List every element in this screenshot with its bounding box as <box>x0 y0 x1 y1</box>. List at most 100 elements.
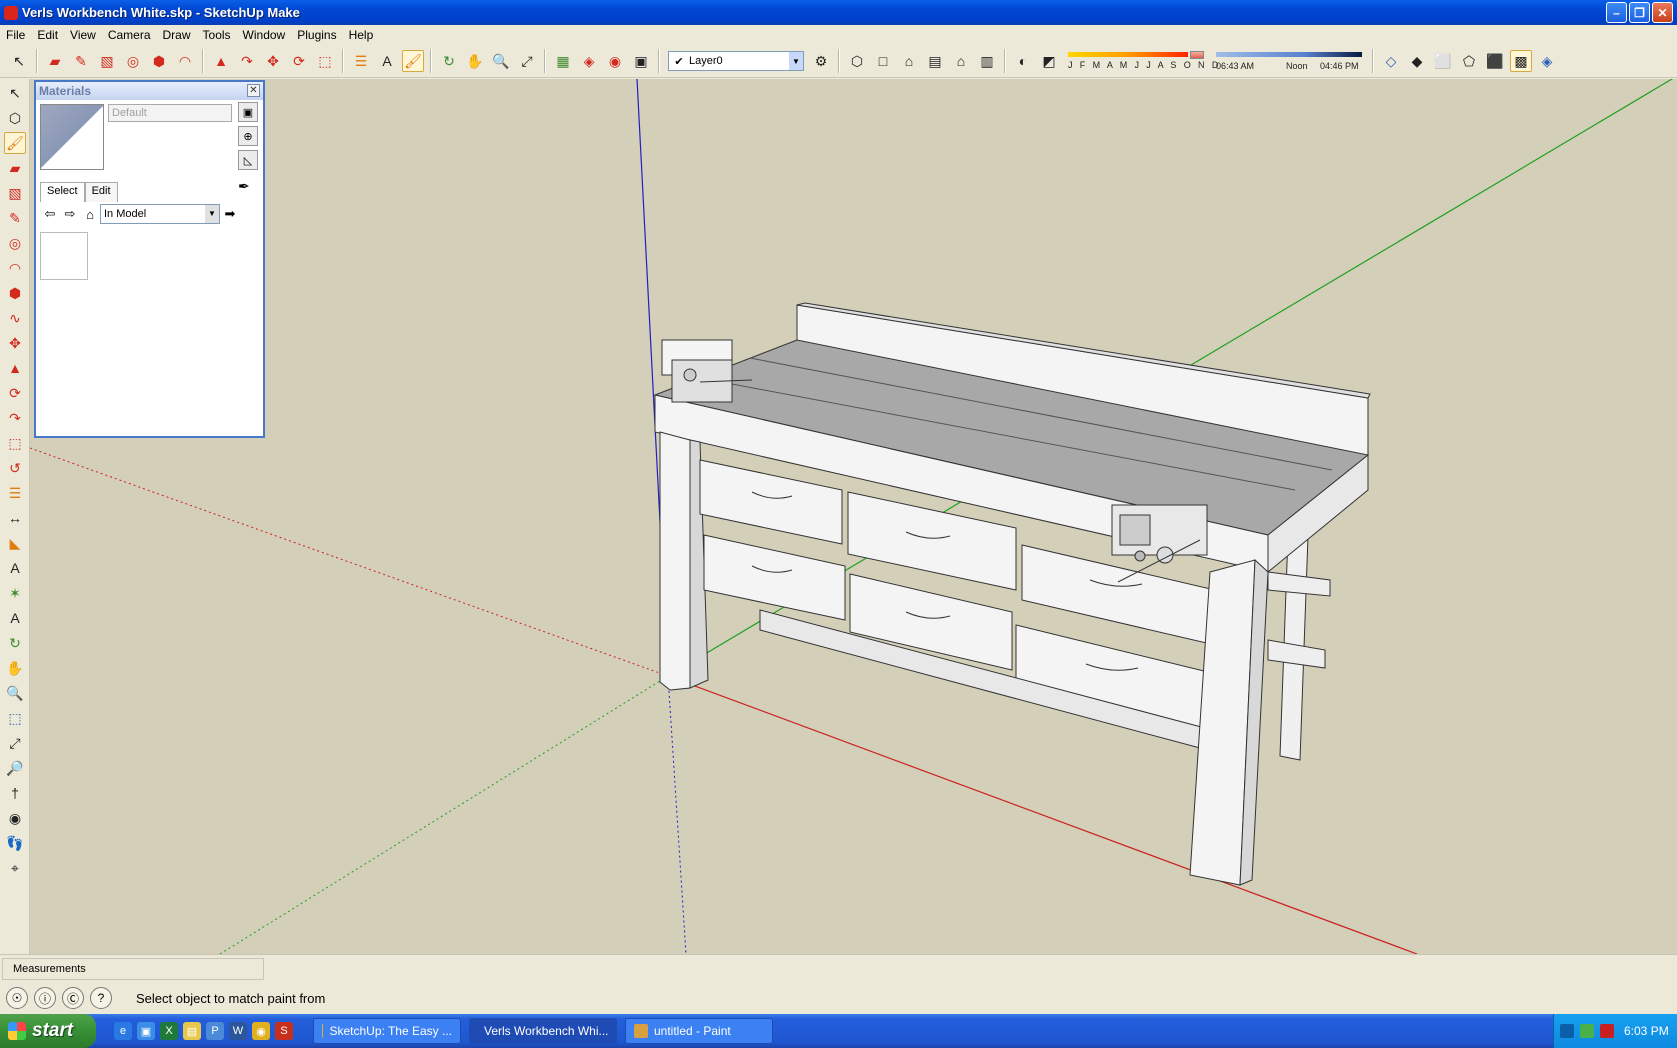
tray-expand-icon[interactable] <box>1560 1024 1574 1038</box>
publisher-icon[interactable]: P <box>206 1022 224 1040</box>
network-icon[interactable] <box>1580 1024 1594 1038</box>
tape-measure-tool-icon[interactable]: ☰ <box>350 50 372 72</box>
word-icon[interactable]: W <box>229 1022 247 1040</box>
menu-window[interactable]: Window <box>237 28 292 42</box>
taskbar-item-paint[interactable]: untitled - Paint <box>625 1018 773 1044</box>
zoom-tool-icon[interactable]: 🔍 <box>490 50 512 72</box>
select-tool-icon[interactable]: ↖ <box>4 82 26 104</box>
security-icon[interactable] <box>1600 1024 1614 1038</box>
pan-tool-icon[interactable]: ✋ <box>464 50 486 72</box>
workbench-model[interactable] <box>653 302 1371 886</box>
user-icon[interactable]: Ⓒ <box>62 987 84 1009</box>
paint-bucket-icon[interactable]: 🖌 <box>402 50 424 72</box>
push-pull-tool-icon[interactable]: ▲ <box>210 50 232 72</box>
menu-camera[interactable]: Camera <box>102 28 157 42</box>
share-component-icon[interactable]: ◉ <box>604 50 626 72</box>
text-tool-icon[interactable]: A <box>376 50 398 72</box>
paint-bucket-icon[interactable]: 🖌 <box>4 132 26 154</box>
shaded-textures-style-icon[interactable]: ▩ <box>1510 50 1532 72</box>
polygon-tool-icon[interactable]: ⬢ <box>148 50 170 72</box>
hidden-line-style-icon[interactable]: ⬠ <box>1458 50 1480 72</box>
collection-dropdown[interactable]: In Model ▼ <box>100 204 220 224</box>
scale-tool-icon[interactable]: ⬚ <box>314 50 336 72</box>
3d-text-tool-icon[interactable]: A <box>4 607 26 629</box>
menu-tools[interactable]: Tools <box>197 28 237 42</box>
chrome-icon[interactable]: ◉ <box>252 1022 270 1040</box>
wireframe-style-icon[interactable]: ⬜ <box>1432 50 1454 72</box>
create-material-icon[interactable]: ⊕ <box>238 126 258 146</box>
fog-toggle-icon[interactable]: ◩ <box>1038 50 1060 72</box>
orbit-tool-icon[interactable]: ↻ <box>438 50 460 72</box>
taskbar-item-sketchup-easy[interactable]: SketchUp: The Easy ... <box>313 1018 461 1044</box>
pan-tool-icon[interactable]: ✋ <box>4 657 26 679</box>
clock[interactable]: 6:03 PM <box>1624 1024 1669 1038</box>
dimension-tool-icon[interactable]: ↔ <box>4 507 26 529</box>
move-tool-icon[interactable]: ✥ <box>4 332 26 354</box>
zoom-extents-tool-icon[interactable]: ⤢ <box>516 50 538 72</box>
geo-location-icon[interactable]: ☉ <box>6 987 28 1009</box>
tab-edit[interactable]: Edit <box>84 182 118 202</box>
menu-plugins[interactable]: Plugins <box>291 28 342 42</box>
menu-help[interactable]: Help <box>343 28 380 42</box>
material-thumbnail-default[interactable] <box>40 232 88 280</box>
close-icon[interactable]: ✕ <box>247 84 260 97</box>
xray-style-icon[interactable]: ◇ <box>1380 50 1402 72</box>
month-slider-handle[interactable] <box>1190 51 1204 59</box>
zoom-tool-icon[interactable]: 🔍 <box>4 682 26 704</box>
layer-manager-icon[interactable]: ⚙ <box>810 50 832 72</box>
follow-me-tool-icon[interactable]: ↷ <box>236 50 258 72</box>
left-view-icon[interactable]: ▥ <box>976 50 998 72</box>
right-view-icon[interactable]: ▤ <box>924 50 946 72</box>
layer-dropdown[interactable]: ✔ Layer0 ▼ <box>668 51 804 71</box>
default-material-icon[interactable]: ◺ <box>238 150 258 170</box>
eraser-tool-icon[interactable]: ▰ <box>4 157 26 179</box>
internet-explorer-icon[interactable]: e <box>114 1022 132 1040</box>
zoom-extents-tool-icon[interactable]: ⤢ <box>4 732 26 754</box>
material-name-field[interactable]: Default <box>108 104 232 122</box>
back-view-icon[interactable]: ⌂ <box>950 50 972 72</box>
shadow-month-slider[interactable]: J F M A M J J A S O N D <box>1066 49 1218 73</box>
details-arrow-icon[interactable]: ➡ <box>220 204 240 224</box>
rectangle-tool-icon[interactable]: ▧ <box>96 50 118 72</box>
folder-icon[interactable]: ▤ <box>183 1022 201 1040</box>
arc-tool-icon[interactable]: ◠ <box>174 50 196 72</box>
credits-icon[interactable]: ⓘ <box>34 987 56 1009</box>
sketchup-quicklaunch-icon[interactable]: S <box>275 1022 293 1040</box>
polygon-tool-icon[interactable]: ⬢ <box>4 282 26 304</box>
text-tool-icon[interactable]: A <box>4 557 26 579</box>
show-desktop-icon[interactable]: ▣ <box>137 1022 155 1040</box>
measurements-label[interactable]: Measurements <box>2 958 264 980</box>
arc-tool-icon[interactable]: ◠ <box>4 257 26 279</box>
minimize-button[interactable]: – <box>1606 2 1627 23</box>
menu-file[interactable]: File <box>0 28 31 42</box>
front-view-icon[interactable]: ⌂ <box>898 50 920 72</box>
select-tool-icon[interactable]: ↖ <box>8 50 30 72</box>
help-icon[interactable]: ? <box>90 987 112 1009</box>
tape-measure-tool-icon[interactable]: ☰ <box>4 482 26 504</box>
offset-tool-icon[interactable]: ↺ <box>4 457 26 479</box>
display-secondary-browser-icon[interactable]: ▣ <box>238 102 258 122</box>
forward-arrow-icon[interactable]: ⇨ <box>60 204 80 224</box>
menu-draw[interactable]: Draw <box>157 28 197 42</box>
get-models-icon[interactable]: ▦ <box>552 50 574 72</box>
sample-paint-icon[interactable]: ✒ <box>238 178 250 195</box>
monochrome-style-icon[interactable]: ◈ <box>1536 50 1558 72</box>
maximize-button[interactable]: ❐ <box>1629 2 1650 23</box>
extension-warehouse-icon[interactable]: ▣ <box>630 50 652 72</box>
rotate-tool-icon[interactable]: ⟳ <box>288 50 310 72</box>
rectangle-tool-icon[interactable]: ▧ <box>4 182 26 204</box>
follow-me-tool-icon[interactable]: ↷ <box>4 407 26 429</box>
rotate-tool-icon[interactable]: ⟳ <box>4 382 26 404</box>
share-model-icon[interactable]: ◈ <box>578 50 600 72</box>
freehand-tool-icon[interactable]: ∿ <box>4 307 26 329</box>
section-plane-icon[interactable]: ⌖ <box>4 857 26 879</box>
circle-tool-icon[interactable]: ◎ <box>4 232 26 254</box>
back-arrow-icon[interactable]: ⇦ <box>40 204 60 224</box>
previous-view-icon[interactable]: 🔎 <box>4 757 26 779</box>
chevron-down-icon[interactable]: ▼ <box>789 52 803 70</box>
protractor-tool-icon[interactable]: ◣ <box>4 532 26 554</box>
excel-icon[interactable]: X <box>160 1022 178 1040</box>
menu-edit[interactable]: Edit <box>31 28 64 42</box>
orbit-tool-icon[interactable]: ↻ <box>4 632 26 654</box>
3d-viewport[interactable] <box>30 79 1677 954</box>
